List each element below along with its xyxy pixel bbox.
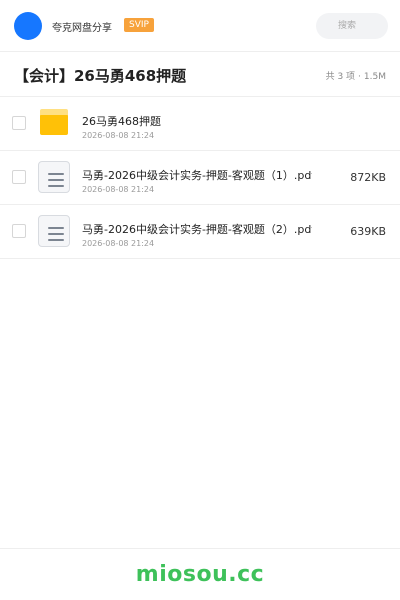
file-name[interactable]: 26马勇468押题 <box>82 113 312 129</box>
page-title: 【会计】26马勇468押题 <box>14 67 187 85</box>
footer: miosou.cc <box>0 548 400 600</box>
search-button[interactable]: 搜索 <box>316 13 388 39</box>
document-icon <box>38 215 70 249</box>
sharer-name: 夸克网盘分享 <box>52 23 112 34</box>
folder-title-bar: 【会计】26马勇468押题 共 3 项 · 1.5M <box>0 52 400 97</box>
avatar[interactable] <box>14 12 42 40</box>
item-count: 共 3 项 <box>325 72 356 82</box>
file-row-pdf-1[interactable]: 马勇-2026中级会计实务-押题-客观题（1）.pdf 2026-08-08 2… <box>0 151 400 205</box>
file-name[interactable]: 马勇-2026中级会计实务-押题-客观题（1）.pdf <box>82 167 312 183</box>
folder-summary: 共 3 项 · 1.5M <box>326 69 386 82</box>
summary-separator: · <box>358 72 361 82</box>
row-checkbox[interactable] <box>12 224 26 238</box>
top-bar: 夸克网盘分享 SVIP 搜索 <box>0 0 400 52</box>
file-list: 26马勇468押题 2026-08-08 21:24 马勇-2026中级会计实务… <box>0 97 400 259</box>
folder-icon <box>38 107 70 141</box>
svip-badge: SVIP <box>124 18 154 32</box>
file-row-folder[interactable]: 26马勇468押题 2026-08-08 21:24 <box>0 97 400 151</box>
file-date: 2026-08-08 21:24 <box>82 131 155 140</box>
file-name[interactable]: 马勇-2026中级会计实务-押题-客观题（2）.pdf <box>82 221 312 237</box>
row-checkbox[interactable] <box>12 116 26 130</box>
file-row-pdf-2[interactable]: 马勇-2026中级会计实务-押题-客观题（2）.pdf 2026-08-08 2… <box>0 205 400 259</box>
row-checkbox[interactable] <box>12 170 26 184</box>
file-size: 872KB <box>350 171 386 184</box>
site-watermark: miosou.cc <box>135 562 265 587</box>
file-date: 2026-08-08 21:24 <box>82 239 155 248</box>
file-size: 639KB <box>350 225 386 238</box>
file-date: 2026-08-08 21:24 <box>82 185 155 194</box>
total-size: 1.5M <box>363 72 386 82</box>
document-icon <box>38 161 70 195</box>
